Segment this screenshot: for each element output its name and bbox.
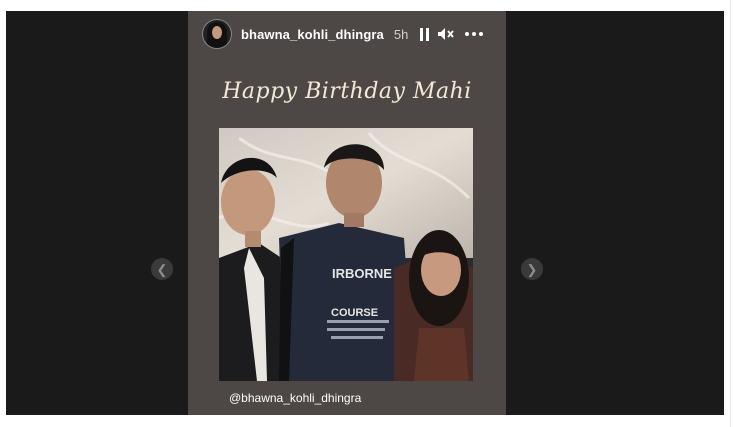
post-time: 5h	[393, 26, 409, 42]
photo-tag[interactable]: @bhawna_kohli_dhingra	[229, 391, 361, 405]
page-scroll-edge	[730, 0, 742, 427]
story-header: bhawna_kohli_dhingra 5h	[202, 19, 492, 49]
speaker-muted-icon[interactable]	[437, 27, 455, 41]
chevron-left-icon[interactable]: ❮	[151, 258, 173, 280]
story-photo: IRBORNE COURSE	[219, 128, 473, 381]
story-card: bhawna_kohli_dhingra 5h Happy Birthday M…	[188, 11, 506, 415]
avatar[interactable]	[202, 19, 232, 49]
shirt-print-line-1: IRBORNE	[332, 266, 392, 281]
pause-icon[interactable]	[420, 27, 430, 41]
username[interactable]: bhawna_kohli_dhingra	[241, 27, 384, 42]
story-greeting: Happy Birthday Mahi	[222, 79, 472, 104]
more-options-icon[interactable]	[465, 32, 484, 36]
shirt-print-line-2: COURSE	[331, 307, 378, 319]
chevron-right-icon[interactable]: ❯	[521, 258, 543, 280]
